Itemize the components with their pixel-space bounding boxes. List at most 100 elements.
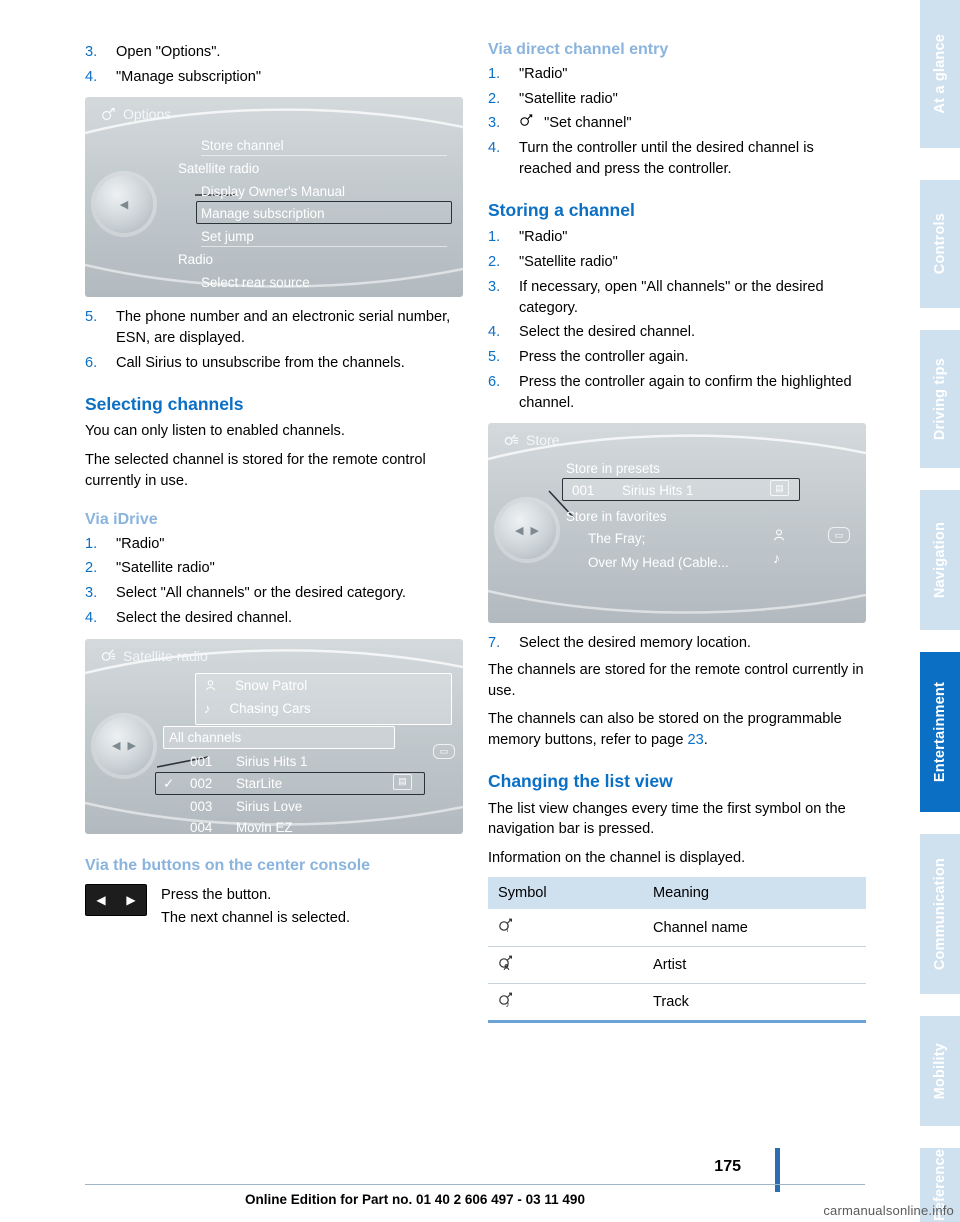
chevron-right-icon: ▶ xyxy=(127,740,136,752)
menu-item-select-rear-source[interactable]: Select rear source xyxy=(201,271,453,293)
menu-item-set-jump[interactable]: Set jump xyxy=(201,225,453,248)
favorite-row-track[interactable]: Over My Head (Cable... xyxy=(588,551,828,573)
steps-step7: 7. Select the desired memory location. xyxy=(488,633,866,654)
step-number: 1. xyxy=(488,229,501,246)
menu-label: Satellite radio xyxy=(178,160,260,176)
step-text: Turn the controller until the desired ch… xyxy=(519,140,814,177)
list-view-icon[interactable]: ▭ xyxy=(433,743,455,759)
menu-label: Display Owner's Manual xyxy=(201,183,345,199)
step-number: 1. xyxy=(488,66,501,82)
screen-title: Options xyxy=(123,106,172,123)
tab-driving-tips[interactable]: Driving tips xyxy=(920,330,960,468)
tab-at-a-glance[interactable]: At a glance xyxy=(920,0,960,148)
step-text: "Set channel" xyxy=(544,115,632,132)
category-label: All channels xyxy=(169,730,242,745)
channel-row-003[interactable]: 003 Sirius Love xyxy=(190,796,450,818)
menu-item-manage-subscription[interactable]: Manage subscription xyxy=(201,202,453,224)
badge-glyph: ▭ xyxy=(834,529,844,540)
track-icon-glyph: ♪ xyxy=(499,992,512,1009)
list-item: 2. "Satellite radio" xyxy=(488,89,866,110)
paragraph: The channels are stored for the remote c… xyxy=(488,661,864,699)
step-text: Call Sirius to unsubscribe from the chan… xyxy=(116,354,405,371)
controller-knob[interactable]: ◀ xyxy=(95,175,153,234)
column-header-symbol: Symbol xyxy=(488,876,643,910)
step-text: "Satellite radio" xyxy=(519,254,618,271)
footer-divider xyxy=(85,1184,865,1185)
list-item: 5. Press the controller again. xyxy=(488,347,866,368)
paragraph: Press the button. xyxy=(161,886,272,903)
step-number: 7. xyxy=(488,635,501,652)
step-number: 3. xyxy=(488,115,501,132)
section-label: Store in presets xyxy=(566,460,660,476)
list-item: 4. Select the desired channel. xyxy=(85,608,463,629)
favorite-track-row[interactable]: ♪ Chasing Cars xyxy=(204,698,444,720)
step-number: 4. xyxy=(488,140,501,157)
channel-number: 001 xyxy=(190,754,213,769)
category-all-channels[interactable]: All channels xyxy=(169,727,399,749)
badge-glyph: ▤ xyxy=(398,776,407,786)
chevron-right-icon: ▶ xyxy=(126,892,136,907)
track-icon: ♪ xyxy=(488,983,643,1023)
channel-row-002[interactable]: ✓ 002 StarLite xyxy=(163,773,431,795)
store-icon xyxy=(504,434,519,445)
steps-mid: 5. The phone number and an electronic se… xyxy=(85,307,463,373)
tab-label: Entertainment xyxy=(932,681,948,783)
screen-title: Store xyxy=(526,432,560,449)
tab-communication[interactable]: Communication xyxy=(920,834,960,994)
artist-icon xyxy=(205,680,216,691)
list-item: 4. Select the desired channel. xyxy=(488,322,866,343)
tab-controls[interactable]: Controls xyxy=(920,180,960,308)
set-channel-icon xyxy=(520,114,533,127)
menu-item-store-channel[interactable]: Store channel xyxy=(201,134,453,157)
list-item: 4. Turn the controller until the desired… xyxy=(488,138,866,179)
step-text: "Radio" xyxy=(519,66,568,82)
tab-label: Mobility xyxy=(932,1042,948,1100)
menu-item-display-owners-manual[interactable]: Display Owner's Manual xyxy=(201,180,453,202)
list-item: 3. "Set channel" xyxy=(488,113,866,134)
check-icon: ✓ xyxy=(163,775,175,791)
favorite-label: Over My Head (Cable... xyxy=(588,554,729,570)
track-icon: ♪ xyxy=(773,550,780,567)
controller-knob[interactable]: ◀ ▶ xyxy=(95,716,153,775)
channel-number: 003 xyxy=(190,799,213,814)
heading-selecting-channels: Selecting channels xyxy=(85,393,244,414)
favorite-label: The Fray; xyxy=(588,530,646,546)
chevron-left-icon: ◀ xyxy=(112,740,121,752)
tab-label: Communication xyxy=(932,857,948,971)
list-view-icon[interactable]: ▭ xyxy=(828,527,850,544)
step-text: Press the controller again to confirm th… xyxy=(519,373,852,411)
artist-icon-glyph xyxy=(499,955,512,970)
symbol-meaning-table: Symbol Meaning i Channel name Artist ♪ T… xyxy=(488,876,866,1023)
section-store-in-presets: Store in presets xyxy=(566,457,846,479)
steps-direct-entry: 1. "Radio" 2. "Satellite radio" 3. "Set … xyxy=(488,64,866,180)
table-row: i Channel name xyxy=(488,909,866,947)
menu-item-satellite-radio[interactable]: Satellite radio xyxy=(178,157,453,179)
tab-navigation[interactable]: Navigation xyxy=(920,490,960,630)
tab-entertainment[interactable]: Entertainment xyxy=(920,652,960,812)
page-number: 175 xyxy=(714,1158,741,1175)
steps-storing: 1. "Radio" 2. "Satellite radio" 3. If ne… xyxy=(488,227,866,413)
step-number: 5. xyxy=(488,349,501,366)
idrive-options-screen: Options ◀ Store channel Satellite radio … xyxy=(85,97,463,298)
channel-skip-button[interactable]: ◀ ▶ xyxy=(85,883,147,916)
manual-page: At a glance Controls Driving tips Naviga… xyxy=(0,0,960,1222)
page-reference[interactable]: 23 xyxy=(688,732,704,748)
meaning-cell: Track xyxy=(643,983,866,1023)
controller-knob[interactable]: ◀ ▶ xyxy=(498,501,556,560)
favorite-artist-row[interactable]: Snow Patrol xyxy=(204,675,444,697)
step-number: 2. xyxy=(488,90,501,107)
artist-icon xyxy=(488,946,643,984)
badge-glyph: ▤ xyxy=(775,482,784,493)
channel-number: 004 xyxy=(190,820,213,834)
step-text: "Manage subscription" xyxy=(116,68,262,85)
step-text: "Satellite radio" xyxy=(116,560,215,577)
favorite-row-artist[interactable]: The Fray; xyxy=(588,527,828,549)
channel-row-004[interactable]: 004 Movin EZ xyxy=(190,817,450,834)
channel-row-001[interactable]: 001 Sirius Hits 1 xyxy=(190,751,450,773)
tab-mobility[interactable]: Mobility xyxy=(920,1016,960,1126)
favorite-artist-label: Snow Patrol xyxy=(235,678,308,693)
step-text: "Satellite radio" xyxy=(519,90,618,107)
menu-item-radio[interactable]: Radio xyxy=(178,248,453,270)
channel-name-icon-glyph: i xyxy=(499,918,512,934)
section-label: Store in favorites xyxy=(566,508,667,524)
